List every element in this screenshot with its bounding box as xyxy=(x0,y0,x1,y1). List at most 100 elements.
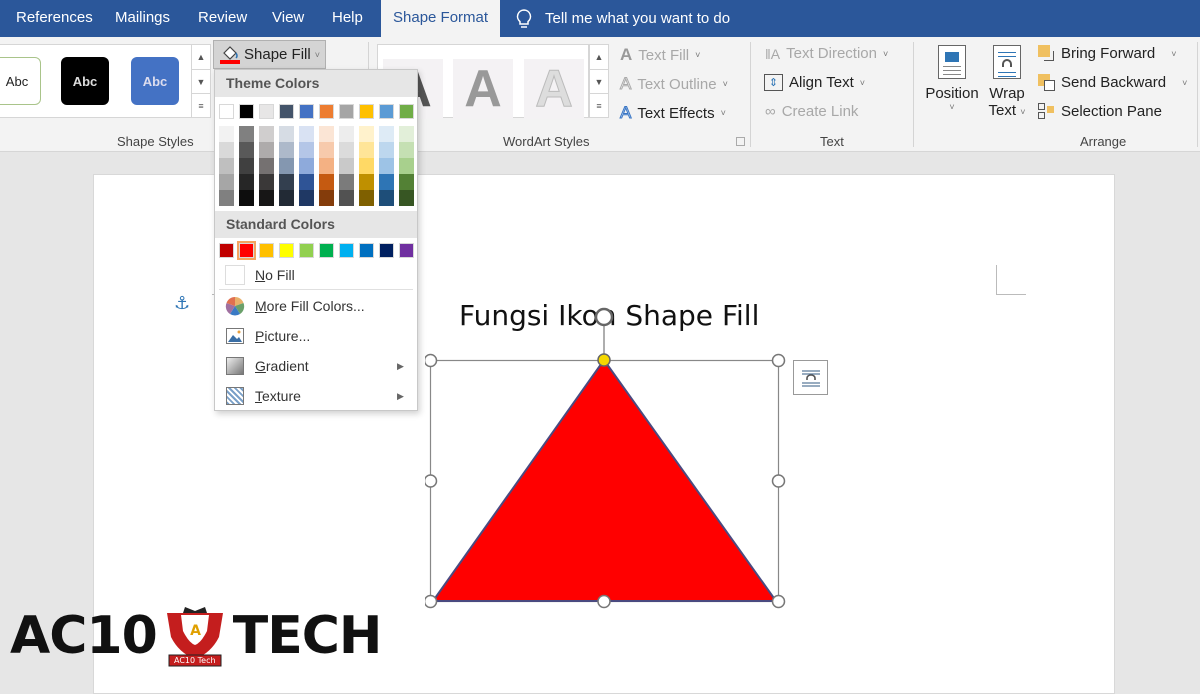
theme-shade-swatch[interactable] xyxy=(379,158,394,174)
theme-shade-swatch[interactable] xyxy=(239,158,254,174)
theme-shade-swatch[interactable] xyxy=(319,158,334,174)
shape-style-blue[interactable]: Abc xyxy=(131,57,179,105)
resize-handle-sw[interactable] xyxy=(425,594,438,609)
theme-shade-swatch[interactable] xyxy=(219,126,234,142)
theme-shade-swatch[interactable] xyxy=(219,142,234,158)
theme-shade-swatch[interactable] xyxy=(319,190,334,206)
anchor-icon[interactable]: ⚓ xyxy=(174,293,190,314)
send-backward-button[interactable]: Send Backward ˅ xyxy=(1038,74,1187,91)
theme-shade-swatch[interactable] xyxy=(379,126,394,142)
theme-shade-swatch[interactable] xyxy=(279,174,294,190)
theme-color-swatch[interactable] xyxy=(219,104,234,119)
wordart-style-3[interactable]: A xyxy=(524,59,584,119)
theme-shade-swatch[interactable] xyxy=(259,174,274,190)
theme-shade-swatch[interactable] xyxy=(299,126,314,142)
text-direction-button[interactable]: ‖A Text Direction ˅ xyxy=(765,45,888,62)
tab-help[interactable]: Help xyxy=(332,0,363,37)
standard-color-swatch[interactable] xyxy=(339,243,354,258)
wordart-style-2[interactable]: A xyxy=(453,59,513,119)
tab-shape-format[interactable]: Shape Format xyxy=(381,0,501,37)
tab-review[interactable]: Review xyxy=(198,0,247,37)
theme-shade-swatch[interactable] xyxy=(359,158,374,174)
theme-shade-swatch[interactable] xyxy=(219,158,234,174)
layout-options-button[interactable] xyxy=(793,360,828,395)
scroll-up-icon[interactable]: ▲ xyxy=(192,45,210,70)
shape-style-black[interactable]: Abc xyxy=(61,57,109,105)
theme-shade-swatch[interactable] xyxy=(339,142,354,158)
theme-shade-swatch[interactable] xyxy=(399,174,414,190)
theme-shade-swatch[interactable] xyxy=(279,158,294,174)
theme-shade-swatch[interactable] xyxy=(379,190,394,206)
theme-shade-swatch[interactable] xyxy=(239,142,254,158)
theme-shade-swatch[interactable] xyxy=(239,190,254,206)
theme-color-swatch[interactable] xyxy=(359,104,374,119)
theme-shade-swatch[interactable] xyxy=(319,142,334,158)
theme-color-swatch[interactable] xyxy=(339,104,354,119)
theme-shade-swatch[interactable] xyxy=(239,126,254,142)
theme-color-swatch[interactable] xyxy=(319,104,334,119)
triangle-shape[interactable] xyxy=(425,300,795,610)
scroll-down-icon[interactable]: ▼ xyxy=(590,70,608,95)
theme-shade-swatch[interactable] xyxy=(319,126,334,142)
standard-color-swatch[interactable] xyxy=(219,243,234,258)
theme-shade-swatch[interactable] xyxy=(279,190,294,206)
picture-item[interactable]: Picture... xyxy=(215,321,417,351)
theme-shade-swatch[interactable] xyxy=(299,190,314,206)
theme-color-swatch[interactable] xyxy=(239,104,254,119)
theme-color-swatch[interactable] xyxy=(299,104,314,119)
theme-shade-swatch[interactable] xyxy=(339,190,354,206)
theme-shade-swatch[interactable] xyxy=(239,174,254,190)
theme-shade-swatch[interactable] xyxy=(319,174,334,190)
theme-shade-swatch[interactable] xyxy=(219,174,234,190)
tab-view[interactable]: View xyxy=(272,0,304,37)
bring-forward-button[interactable]: Bring Forward ˅ xyxy=(1038,45,1176,62)
theme-shade-swatch[interactable] xyxy=(399,158,414,174)
theme-shade-swatch[interactable] xyxy=(339,158,354,174)
standard-color-swatch[interactable] xyxy=(399,243,414,258)
dialog-launcher-icon[interactable] xyxy=(736,137,745,146)
resize-handle-e[interactable] xyxy=(771,474,786,488)
no-fill-item[interactable]: No Fill xyxy=(215,260,417,290)
more-fill-colors-item[interactable]: More Fill Colors... xyxy=(215,291,417,321)
theme-shade-swatch[interactable] xyxy=(399,126,414,142)
theme-shade-swatch[interactable] xyxy=(339,126,354,142)
standard-color-swatch[interactable] xyxy=(319,243,334,258)
theme-color-swatch[interactable] xyxy=(259,104,274,119)
text-fill-button[interactable]: A Text Fill ˅ xyxy=(620,45,700,65)
theme-color-swatch[interactable] xyxy=(279,104,294,119)
texture-item[interactable]: Texture ▶ xyxy=(215,381,417,411)
standard-color-swatch[interactable] xyxy=(379,243,394,258)
tab-mailings[interactable]: Mailings xyxy=(115,0,170,37)
standard-color-swatch[interactable] xyxy=(359,243,374,258)
theme-shade-swatch[interactable] xyxy=(359,190,374,206)
text-effects-button[interactable]: A Text Effects ˅ xyxy=(619,103,725,123)
scroll-down-icon[interactable]: ▼ xyxy=(192,70,210,95)
wrap-text-button[interactable]: Wrap Text ˅ xyxy=(984,45,1030,119)
theme-shade-swatch[interactable] xyxy=(359,126,374,142)
theme-shade-swatch[interactable] xyxy=(259,142,274,158)
theme-shade-swatch[interactable] xyxy=(299,174,314,190)
theme-shade-swatch[interactable] xyxy=(399,190,414,206)
theme-shade-swatch[interactable] xyxy=(359,174,374,190)
resize-handle-s[interactable] xyxy=(597,594,611,609)
theme-shade-swatch[interactable] xyxy=(299,142,314,158)
theme-shade-swatch[interactable] xyxy=(279,142,294,158)
standard-color-swatch[interactable] xyxy=(237,241,256,260)
theme-shade-swatch[interactable] xyxy=(299,158,314,174)
theme-shade-swatch[interactable] xyxy=(339,174,354,190)
resize-handle-w[interactable] xyxy=(425,474,438,488)
theme-shade-swatch[interactable] xyxy=(259,158,274,174)
align-text-button[interactable]: ⇕ Align Text ˅ xyxy=(764,74,865,91)
scroll-up-icon[interactable]: ▲ xyxy=(590,45,608,70)
text-outline-button[interactable]: A Text Outline ˅ xyxy=(619,74,727,94)
theme-color-swatch[interactable] xyxy=(379,104,394,119)
adjust-handle[interactable] xyxy=(597,353,611,367)
triangle-fill[interactable] xyxy=(431,358,778,602)
theme-shade-swatch[interactable] xyxy=(379,174,394,190)
rotate-handle[interactable] xyxy=(594,307,614,327)
resize-handle-ne[interactable] xyxy=(771,353,786,368)
resize-handle-se[interactable] xyxy=(771,594,786,609)
wordart-scroll[interactable]: ▲ ▼ ≡ xyxy=(589,44,609,118)
theme-shade-swatch[interactable] xyxy=(219,190,234,206)
shape-styles-scroll[interactable]: ▲ ▼ ≡ xyxy=(191,44,211,118)
